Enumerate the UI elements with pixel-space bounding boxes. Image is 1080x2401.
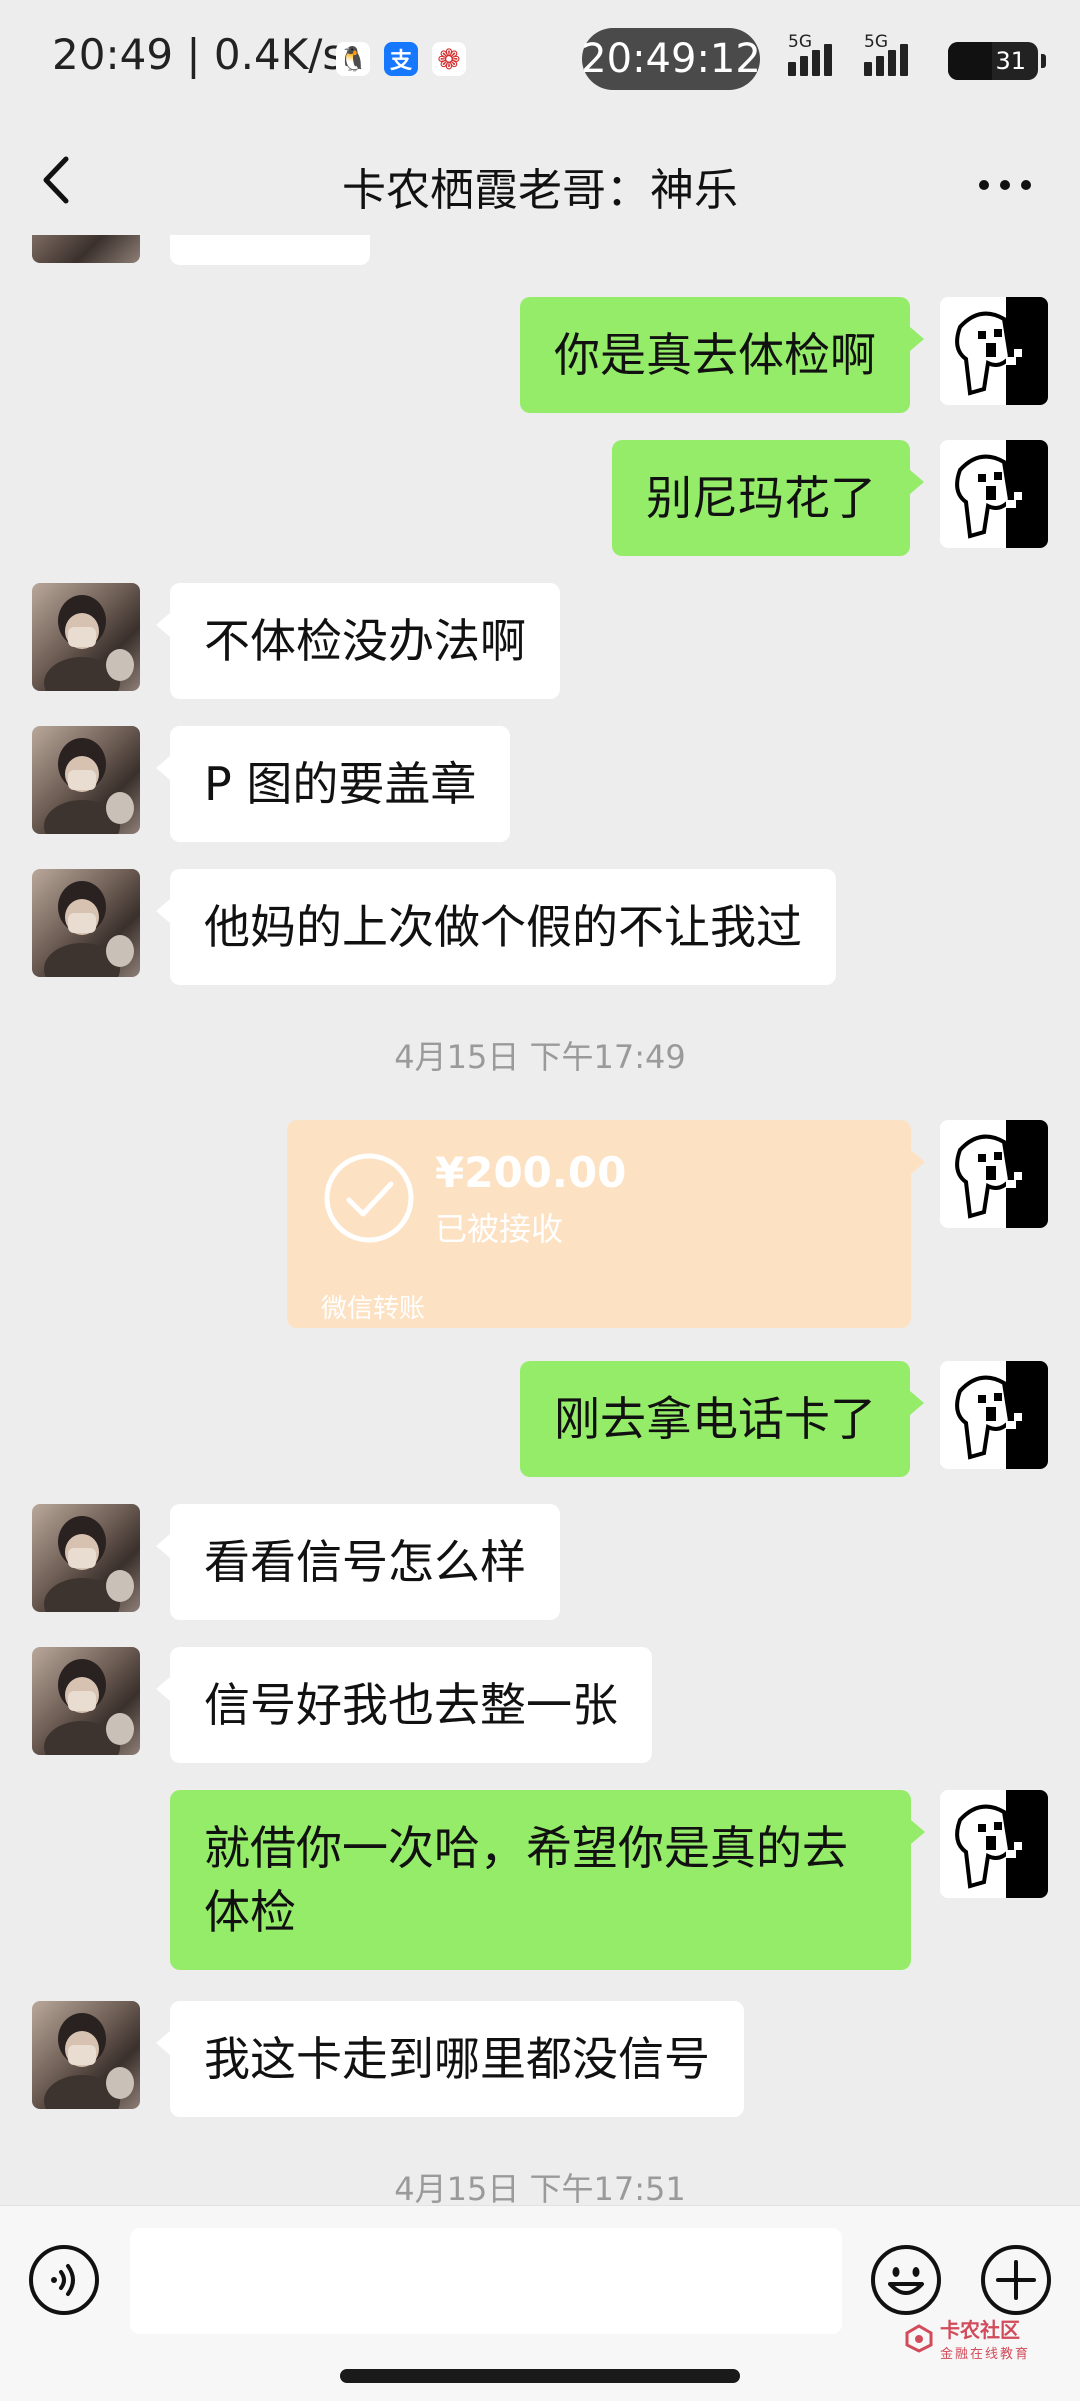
message-bubble[interactable]: 别尼玛花了 <box>612 440 924 556</box>
status-clock-pill: 20:49:12 <box>581 28 761 90</box>
alipay-icon: 支 <box>384 42 418 76</box>
message-list[interactable]: 你是真去体检啊 别尼玛花了 不体检没办法啊 P 图的要盖章 他妈的上次做个假的不… <box>0 235 1080 2205</box>
message-bubble[interactable]: 刚去拿电话卡了 <box>520 1361 924 1477</box>
battery-icon: 31 <box>948 42 1046 80</box>
qq-icon: 🐧 <box>336 42 370 76</box>
watermark-logo-icon <box>905 2324 933 2353</box>
message-bubble[interactable] <box>170 235 370 265</box>
transfer-amount: ¥200.00 <box>435 1148 627 1197</box>
chat-header: 卡农栖霞老哥：神乐 <box>0 120 1080 240</box>
watermark: 卡农社区 金融在线教育 <box>904 2314 1030 2362</box>
battery-level: 31 <box>995 47 1026 75</box>
friend-avatar[interactable] <box>32 1504 140 1612</box>
friend-avatar[interactable] <box>32 583 140 691</box>
home-indicator[interactable] <box>340 2369 740 2383</box>
friend-avatar[interactable] <box>32 726 140 834</box>
message-bubble[interactable]: P 图的要盖章 <box>155 726 511 842</box>
my-avatar[interactable] <box>940 440 1048 548</box>
emoji-icon[interactable] <box>870 2244 942 2316</box>
plus-icon[interactable] <box>980 2244 1052 2316</box>
transfer-card[interactable]: ¥200.00 已被接收 微信转账 <box>287 1120 925 1328</box>
friend-avatar[interactable] <box>32 1647 140 1755</box>
signal-1-icon: 5G <box>788 32 832 76</box>
input-bar: 卡农社区 金融在线教育 <box>0 2205 1080 2401</box>
my-avatar[interactable] <box>940 1790 1048 1898</box>
transfer-source: 微信转账 <box>321 1294 426 1324</box>
status-app-icons: 🐧 支 ❁ <box>336 42 466 76</box>
message-bubble[interactable]: 就借你一次哈，希望你是真的去体检 <box>170 1790 925 1970</box>
message-bubble[interactable]: 信号好我也去整一张 <box>156 1647 652 1763</box>
timestamp: 4月15日 下午17:49 <box>394 1038 686 1076</box>
status-time: 20:49 | 0.4K/s <box>52 30 345 79</box>
message-bubble[interactable]: 他妈的上次做个假的不让我过 <box>156 869 836 985</box>
transfer-status: 已被接收 <box>435 1210 564 1248</box>
page-title: 卡农栖霞老哥：神乐 <box>342 165 738 216</box>
message-bubble[interactable]: 看看信号怎么样 <box>156 1504 560 1620</box>
message-bubble[interactable]: 你是真去体检啊 <box>520 297 924 413</box>
friend-avatar[interactable] <box>32 869 140 977</box>
message-bubble[interactable]: 不体检没办法啊 <box>156 583 560 699</box>
ellipsis-icon[interactable] <box>970 160 1040 210</box>
status-bar: 20:49 | 0.4K/s 🐧 支 ❁ 20:49:12 5G 5G 31 <box>0 0 1080 120</box>
message-input[interactable] <box>130 2228 842 2334</box>
signal-2-icon: 5G <box>864 32 908 76</box>
check-circle-icon <box>324 1153 414 1243</box>
message-bubble[interactable]: 我这卡走到哪里都没信号 <box>156 2001 744 2117</box>
my-avatar[interactable] <box>940 1361 1048 1469</box>
friend-avatar[interactable] <box>32 2001 140 2109</box>
my-avatar[interactable] <box>940 1120 1048 1228</box>
timestamp: 4月15日 下午17:51 <box>394 2170 686 2205</box>
my-avatar[interactable] <box>940 297 1048 405</box>
friend-avatar[interactable] <box>32 235 140 263</box>
voice-icon[interactable] <box>28 2244 100 2316</box>
rose-icon: ❁ <box>432 42 466 76</box>
